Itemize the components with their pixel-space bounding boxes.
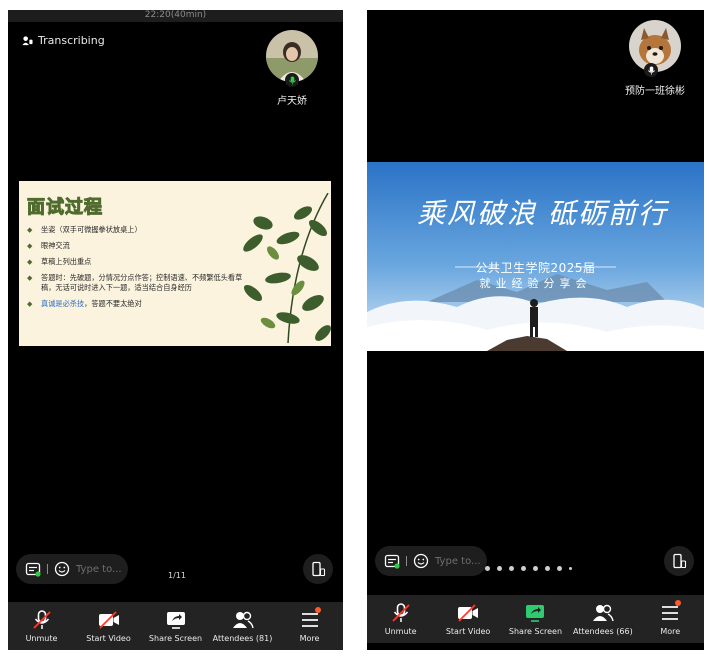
unmute-button[interactable]: Unmute	[9, 610, 75, 643]
mic-status	[644, 63, 658, 77]
list-item: ◆ 坐姿（双手可微握拳状放桌上）	[27, 225, 142, 234]
chat-input[interactable]: Type to...	[76, 564, 122, 575]
sky-background-icon	[367, 162, 704, 351]
shared-slide: 乘风破浪 砥砺前行 公共卫生学院2025届 就业经验分享会	[367, 162, 704, 351]
emoji-icon[interactable]	[413, 553, 429, 569]
more-button[interactable]: More	[277, 607, 343, 643]
transcribing-label: Transcribing	[38, 34, 105, 47]
diamond-bullet-icon: ◆	[27, 258, 33, 266]
share-screen-button[interactable]: Share Screen	[502, 603, 568, 636]
mic-icon	[647, 65, 655, 75]
status-time: 22:20(40min)	[8, 10, 343, 22]
slide-bullet-list: ◆ 坐姿（双手可微握拳状放桌上） ◆ 眼神交流 ◆ 草稿上列出重点 ◆ 答题时：先破题，…	[27, 225, 252, 315]
share-screen-label: Share Screen	[148, 634, 203, 643]
meeting-screen-right: 预防一班徐彬 乘风破浪 砥砺前行 公共卫生学院2025届 就业经验分享会 Typ…	[367, 10, 704, 650]
list-item: ◆ 草稿上列出重点	[27, 257, 92, 266]
leaves-decoration-icon	[243, 193, 331, 343]
list-item: ◆ 真诚是必杀技，答题不要太绝对	[27, 299, 142, 308]
attendees-icon	[232, 611, 254, 629]
caption-icon[interactable]	[384, 553, 400, 569]
more-menu-icon	[662, 606, 679, 620]
diamond-bullet-icon: ◆	[27, 300, 33, 308]
participant-tile[interactable]: 卢天娇	[266, 30, 318, 107]
more-label: More	[660, 627, 681, 636]
unmute-button[interactable]: Unmute	[368, 603, 434, 636]
participant-name: 预防一班徐彬	[625, 86, 685, 97]
transcribing-indicator[interactable]: Transcribing	[22, 34, 105, 47]
start-video-label: Start Video	[445, 627, 491, 636]
video-off-icon	[98, 611, 119, 629]
rotate-device-icon	[312, 561, 326, 577]
attendees-label: Attendees (81)	[212, 634, 273, 643]
emoji-icon[interactable]	[54, 561, 70, 577]
participant-tile[interactable]: 预防一班徐彬	[625, 20, 685, 97]
meeting-screen-left: 22:20(40min) Transcribing 卢天娇 面试过程 ◆ 坐姿（双…	[8, 10, 343, 650]
transcribe-icon	[22, 36, 33, 46]
page-indicator: 1/11	[168, 571, 186, 580]
share-screen-label: Share Screen	[508, 627, 563, 636]
rotate-screen-button[interactable]	[303, 554, 333, 584]
slide-title: 面试过程	[27, 197, 103, 219]
slide-calligraphy-title: 乘风破浪 砥砺前行	[417, 197, 668, 230]
separator	[406, 556, 407, 566]
diamond-bullet-icon: ◆	[27, 274, 33, 282]
attendees-button[interactable]: Attendees (66)	[570, 603, 636, 636]
video-off-icon	[458, 604, 479, 622]
slide-subtitle: 公共卫生学院2025届	[475, 261, 596, 275]
list-item: ◆ 答题时：先破题，分情况分点作答；控制语速、不频繁低头看草稿，无话可说时进入下一…	[27, 273, 243, 292]
page-dot[interactable]	[521, 566, 526, 571]
page-dot[interactable]	[557, 566, 562, 571]
start-video-label: Start Video	[86, 634, 131, 643]
unmute-label: Unmute	[25, 634, 58, 643]
start-video-button[interactable]: Start Video	[435, 603, 501, 636]
chat-input[interactable]: Type to...	[435, 556, 481, 567]
page-dot[interactable]	[569, 567, 572, 570]
page-dot[interactable]	[533, 566, 538, 571]
unmute-label: Unmute	[384, 627, 417, 636]
page-dot[interactable]	[509, 566, 514, 571]
mic-muted-icon	[32, 610, 51, 629]
page-dot[interactable]	[485, 566, 490, 571]
mic-status	[285, 73, 299, 87]
page-dot[interactable]	[545, 566, 550, 571]
mic-active-icon	[288, 75, 296, 85]
chat-input-pill[interactable]: Type to...	[16, 554, 128, 584]
page-dot[interactable]	[497, 566, 502, 571]
mic-muted-icon	[392, 603, 410, 622]
more-label: More	[299, 634, 320, 643]
more-button[interactable]: More	[637, 600, 703, 636]
attendees-button[interactable]: Attendees (81)	[210, 610, 276, 643]
meeting-toolbar: Unmute Start Video Share Screen Attendee…	[8, 602, 343, 650]
page-dots[interactable]	[485, 566, 572, 571]
diamond-bullet-icon: ◆	[27, 242, 33, 250]
rotate-device-icon	[673, 553, 687, 569]
attendees-icon	[592, 604, 614, 622]
separator	[47, 564, 48, 574]
slide-subtitle-secondary: 就业经验分享会	[479, 277, 592, 290]
meeting-toolbar: Unmute Start Video Share Screen Attendee…	[367, 595, 704, 643]
share-screen-icon	[166, 612, 185, 629]
start-video-button[interactable]: Start Video	[76, 610, 142, 643]
participant-name: 卢天娇	[277, 96, 307, 107]
share-screen-active-icon	[526, 605, 545, 622]
more-menu-icon	[301, 613, 318, 627]
diamond-bullet-icon: ◆	[27, 226, 33, 234]
caption-icon[interactable]	[25, 561, 41, 577]
list-item: ◆ 眼神交流	[27, 241, 70, 250]
share-screen-button[interactable]: Share Screen	[143, 610, 209, 643]
attendees-label: Attendees (66)	[573, 627, 633, 636]
rotate-screen-button[interactable]	[664, 546, 694, 576]
chat-input-pill[interactable]: Type to...	[375, 546, 487, 576]
notification-dot	[314, 607, 321, 613]
shared-slide: 面试过程 ◆ 坐姿（双手可微握拳状放桌上） ◆ 眼神交流 ◆ 草稿上列出重点 ◆ 答题时…	[19, 181, 331, 346]
